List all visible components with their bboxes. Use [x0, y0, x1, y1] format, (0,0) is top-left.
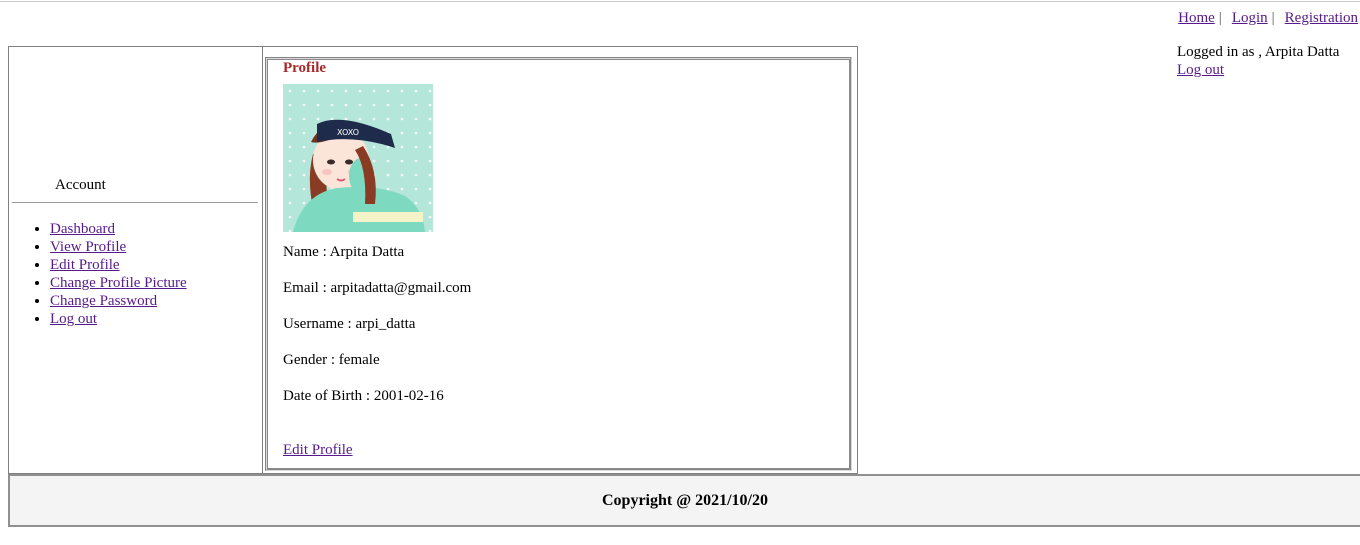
change-profile-picture-link[interactable]: Change Profile Picture — [50, 275, 187, 291]
sidebar-item-change-password: Change Password — [50, 292, 187, 310]
main-layout-table: Account Dashboard View Profile Edit Prof… — [8, 46, 858, 474]
avatar-illustration-icon: XOXO — [283, 84, 433, 232]
footer: Copyright @ 2021/10/20 — [8, 474, 1360, 527]
dashboard-link[interactable]: Dashboard — [50, 221, 115, 237]
account-sidebar: Account Dashboard View Profile Edit Prof… — [9, 47, 263, 473]
nav-login-link[interactable]: Login — [1232, 10, 1268, 26]
nav-registration-link[interactable]: Registration — [1285, 10, 1358, 26]
nav-separator: | — [1218, 10, 1222, 26]
sidebar-menu: Dashboard View Profile Edit Profile Chan… — [9, 220, 187, 328]
nav-home-link[interactable]: Home — [1178, 10, 1215, 26]
svg-text:XOXO: XOXO — [337, 128, 359, 137]
sidebar-item-change-picture: Change Profile Picture — [50, 274, 187, 292]
top-divider — [0, 1, 1360, 2]
nav-separator: | — [1271, 10, 1275, 26]
top-navigation: Home | Login | Registration — [1178, 10, 1358, 27]
change-password-link[interactable]: Change Password — [50, 293, 157, 309]
sidebar-logout-link[interactable]: Log out — [50, 311, 97, 327]
profile-username: Username : arpi_datta — [283, 316, 416, 332]
profile-fieldset: Profile XOXO Name: Arpita Datta Email:… — [265, 57, 852, 471]
profile-email: Email : arpitadatta@gmail.com — [283, 280, 472, 296]
profile-picture: XOXO — [283, 84, 433, 232]
profile-gender: Gender : female — [283, 352, 380, 368]
edit-profile-link[interactable]: Edit Profile — [50, 257, 120, 273]
logged-in-text: Logged in as , Arpita Datta — [1177, 44, 1340, 60]
view-profile-link[interactable]: View Profile — [50, 239, 126, 255]
profile-legend: Profile — [281, 60, 329, 77]
sidebar-title: Account — [55, 177, 106, 193]
profile-dob: Date of Birth : 2001-02-16 — [283, 388, 444, 404]
user-status-box: Logged in as , Arpita Datta Log out — [1177, 43, 1339, 79]
edit-profile-button[interactable]: Edit Profile — [283, 442, 353, 459]
header-logout-link[interactable]: Log out — [1177, 62, 1224, 78]
profile-content: Profile XOXO Name: Arpita Datta Email:… — [263, 47, 857, 473]
sidebar-item-logout: Log out — [50, 310, 187, 328]
sidebar-item-edit-profile: Edit Profile — [50, 256, 187, 274]
sidebar-divider — [12, 202, 258, 203]
sidebar-item-dashboard: Dashboard — [50, 220, 187, 238]
profile-name: Name : Arpita Datta — [283, 244, 405, 260]
copyright-text: Copyright @ 2021/10/20 — [602, 492, 768, 509]
sidebar-item-view-profile: View Profile — [50, 238, 187, 256]
